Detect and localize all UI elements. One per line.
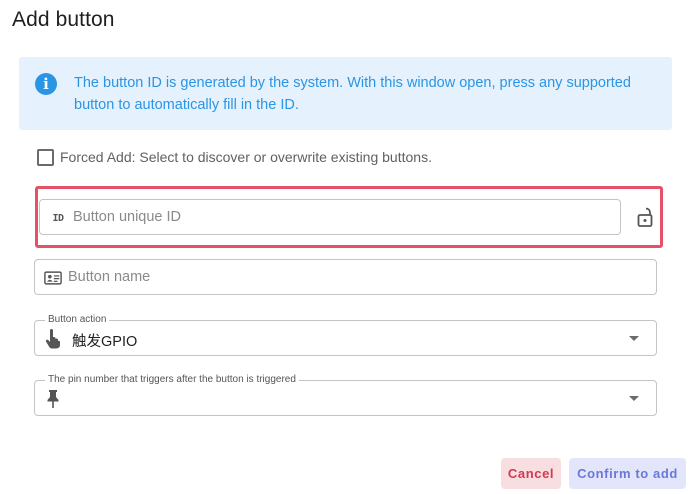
unlock-button[interactable] — [635, 205, 657, 229]
pointing-hand-icon — [44, 329, 62, 349]
button-action-select[interactable]: Button action 触发GPIO — [34, 314, 657, 356]
unlock-icon — [637, 207, 653, 227]
info-icon: i — [35, 73, 57, 95]
info-text: The button ID is generated by the system… — [74, 75, 631, 113]
pin-number-label: The pin number that triggers after the b… — [45, 374, 299, 386]
forced-add-label: Forced Add: Select to discover or overwr… — [60, 149, 432, 165]
pin-number-select[interactable]: The pin number that triggers after the b… — [34, 374, 657, 416]
button-name-field[interactable]: Button name — [34, 259, 657, 295]
button-id-placeholder: Button unique ID — [73, 209, 182, 225]
pin-icon — [44, 390, 62, 408]
id-card-icon — [44, 269, 62, 287]
button-action-value: 触发GPIO — [72, 334, 138, 350]
id-icon-glyph: ID — [52, 212, 64, 224]
forced-add-option[interactable]: Forced Add: Select to discover or overwr… — [37, 147, 432, 167]
chevron-down-icon[interactable] — [629, 336, 639, 341]
button-id-field[interactable]: ID Button unique ID — [39, 199, 621, 235]
cancel-button[interactable]: Cancel — [501, 458, 561, 489]
chevron-down-icon[interactable] — [629, 396, 639, 401]
dialog-title: Add button — [12, 8, 115, 31]
confirm-add-button[interactable]: Confirm to add — [569, 458, 686, 489]
forced-add-checkbox[interactable] — [37, 148, 54, 166]
info-banner: i The button ID is generated by the syst… — [19, 57, 672, 130]
id-icon: ID — [49, 209, 67, 227]
button-action-label: Button action — [45, 314, 110, 326]
button-name-placeholder: Button name — [68, 269, 151, 285]
